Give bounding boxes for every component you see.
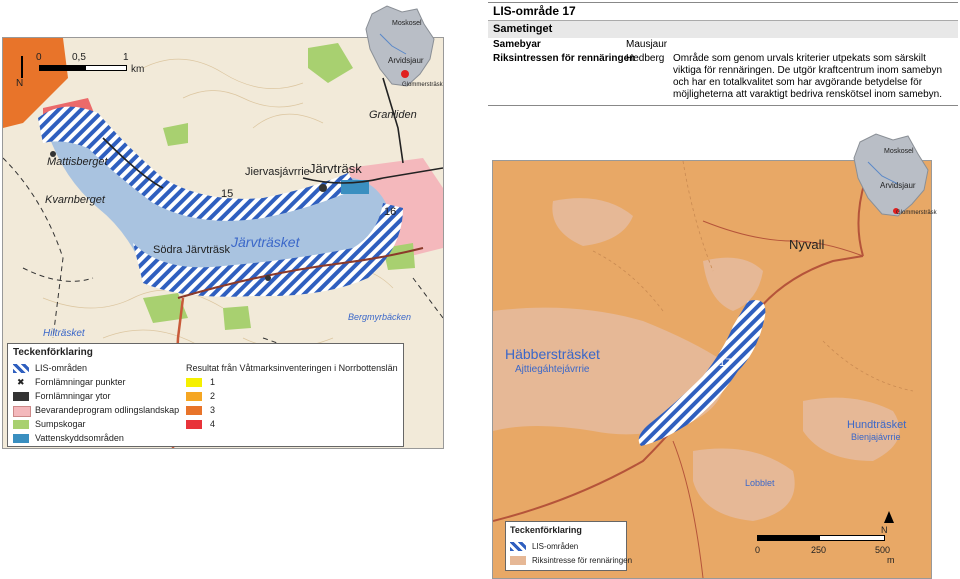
label-ajttiegahtejavrrie: Ajttiegáhtejávrrie	[515, 364, 590, 375]
riksintresse-area-5	[552, 198, 633, 246]
label-lobblet: Lobblet	[745, 478, 775, 488]
inset2-moskosel: Moskosel	[884, 148, 914, 155]
inset1-moskosel: Moskosel	[392, 20, 422, 27]
north-label-2: N	[881, 525, 888, 535]
scale2-tick-250: 250	[811, 545, 827, 555]
legend-title-2: Teckenförklaring	[510, 525, 582, 535]
scale2-tick-500: 500	[875, 545, 891, 555]
info-row-riksintresse: Riksintressen för rennäringen Hedberg Om…	[493, 53, 943, 100]
info-subtitle: Sametinget	[488, 21, 958, 38]
inset1-arvidsjaur: Arvidsjaur	[388, 56, 424, 65]
inset2-glommerstrask: Glommersträsk	[896, 210, 937, 216]
inset-map-1: Moskosel Arvidsjaur Glommersträsk	[362, 4, 443, 96]
label-jiervasjavrrie: Jiervasjávrrie	[245, 166, 310, 178]
forn-point-icon: ✖	[17, 377, 25, 387]
label-jarvtrasket: Järvträsket	[231, 234, 300, 250]
inset1-glommerstrask: Glommersträsk	[402, 82, 443, 88]
label-jarvtrask: Järvträsk	[309, 161, 362, 176]
label-bienjajavrrie: Bienjajávrrie	[851, 432, 901, 442]
scale2-unit: m	[887, 555, 895, 565]
label-num-15: 15	[221, 188, 234, 200]
label-habberstrasket: Häbbersträsket	[505, 346, 600, 362]
map-1: 0 0,5 1 km N Mattisberget Kvarnberget Ji…	[2, 37, 444, 449]
label-granliden: Granliden	[369, 109, 417, 121]
scale-tick-0: 0	[36, 52, 42, 63]
legend-map-2: Teckenförklaring LIS-områden Riksintress…	[505, 521, 632, 571]
scalebar-1: 0 0,5 1 km	[36, 52, 166, 78]
label-bergmyrbacken: Bergmyrbäcken	[348, 312, 412, 322]
legend-title-1: Teckenförklaring	[13, 347, 93, 358]
scale-unit: km	[131, 64, 145, 75]
north-arrow-1: N	[15, 56, 29, 96]
legend-wetland-title: Resultat från Våtmarksinventeringen i No…	[186, 363, 398, 373]
info-table: LIS-område 17 Sametinget Samebyar Mausja…	[488, 2, 958, 106]
label-num-17: 17	[719, 357, 732, 369]
label-hiltrasket: Hilträsket	[43, 328, 85, 339]
label-hundtrasket: Hundträsket	[847, 419, 907, 431]
north-label-1: N	[16, 78, 24, 89]
label-sodra-jarvtrask: Södra Järvträsk	[153, 244, 231, 256]
inset-map-2: Moskosel Arvidsjaur Glommersträsk	[848, 132, 937, 224]
label-kvarnberget: Kvarnberget	[45, 194, 105, 206]
riksintresse-area-4	[693, 448, 795, 521]
inset2-arvidsjaur: Arvidsjaur	[880, 181, 916, 190]
info-row-samebyar: Samebyar Mausjaur	[493, 39, 668, 50]
label-num-16: 16	[384, 206, 397, 218]
scale2-tick-0: 0	[755, 545, 761, 555]
label-nyvall: Nyvall	[789, 237, 825, 252]
scale-tick-1: 1	[123, 52, 129, 63]
label-mattisberget: Mattisberget	[47, 156, 108, 168]
info-title: LIS-område 17	[488, 3, 958, 21]
legend-map-1: Teckenförklaring LIS-områden ✖ Fornlämni…	[7, 343, 404, 447]
scale-tick-05: 0,5	[72, 52, 86, 63]
north-arrow-2: N	[879, 511, 894, 541]
